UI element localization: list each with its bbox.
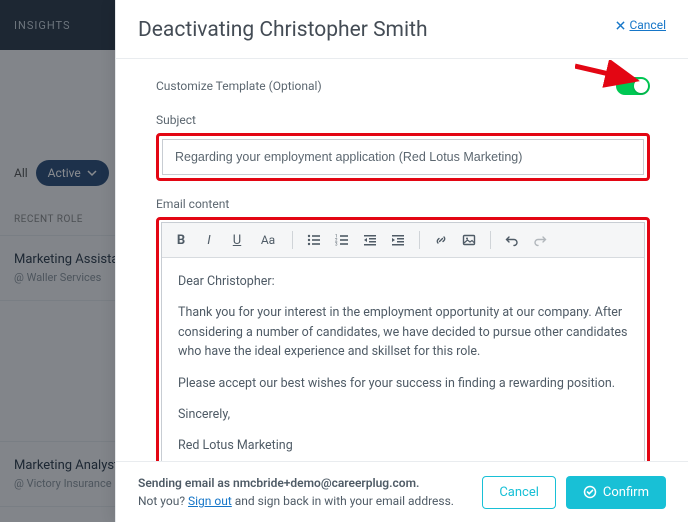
bullet-list-icon [307, 233, 321, 247]
image-icon [462, 233, 476, 247]
bullet-list-button[interactable] [303, 229, 325, 251]
cancel-link[interactable]: Cancel [616, 18, 666, 32]
deactivate-modal: Deactivating Christopher Smith Cancel Cu… [115, 0, 688, 522]
redo-icon [533, 233, 547, 247]
link-button[interactable] [430, 229, 452, 251]
toggle-knob [634, 79, 648, 93]
subject-label: Subject [156, 113, 650, 127]
undo-button[interactable] [501, 229, 523, 251]
image-button[interactable] [458, 229, 480, 251]
italic-button[interactable]: I [198, 229, 220, 251]
email-paragraph: Thank you for your interest in the emplo… [178, 303, 628, 361]
subject-input[interactable] [162, 139, 644, 175]
outdent-icon [363, 233, 377, 247]
outdent-button[interactable] [359, 229, 381, 251]
toolbar-separator [419, 231, 420, 249]
bold-button[interactable]: B [170, 229, 192, 251]
email-greeting: Dear Christopher: [178, 272, 628, 291]
customize-template-toggle[interactable] [616, 77, 650, 95]
confirm-button[interactable]: Confirm [566, 476, 666, 509]
undo-icon [505, 233, 519, 247]
email-body-textarea[interactable]: Dear Christopher: Thank you for your int… [162, 258, 644, 461]
underline-button[interactable]: U [226, 229, 248, 251]
toolbar-separator [292, 231, 293, 249]
filter-all: All [14, 166, 28, 180]
email-signature: Red Lotus Marketing [178, 436, 628, 455]
filter-active-pill: Active [36, 160, 109, 186]
editor-toolbar: B I U Aa 123 [162, 223, 644, 258]
indent-icon [391, 233, 405, 247]
indent-button[interactable] [387, 229, 409, 251]
rich-text-editor: B I U Aa 123 [161, 222, 645, 461]
redo-button[interactable] [529, 229, 551, 251]
modal-footer: Sending email as nmcbride+demo@careerplu… [116, 461, 688, 522]
number-list-icon: 123 [335, 233, 349, 247]
number-list-button[interactable]: 123 [331, 229, 353, 251]
nav-insights: INSIGHTS [14, 19, 71, 32]
email-content-label: Email content [156, 197, 650, 211]
modal-header: Deactivating Christopher Smith Cancel [116, 0, 688, 59]
customize-template-label: Customize Template (Optional) [156, 79, 322, 93]
subject-highlight [156, 133, 650, 181]
svg-text:3: 3 [335, 242, 338, 248]
email-content-highlight: B I U Aa 123 [156, 217, 650, 461]
modal-title: Deactivating Christopher Smith [138, 18, 428, 42]
font-size-button[interactable]: Aa [254, 229, 282, 251]
link-icon [434, 233, 448, 247]
toolbar-separator [490, 231, 491, 249]
sign-out-link[interactable]: Sign out [188, 494, 232, 508]
check-circle-icon [583, 485, 597, 499]
sending-as-info: Sending email as nmcbride+demo@careerplu… [138, 474, 454, 510]
email-signoff: Sincerely, [178, 405, 628, 424]
cancel-button[interactable]: Cancel [482, 476, 556, 509]
email-paragraph: Please accept our best wishes for your s… [178, 374, 628, 393]
chevron-down-icon [87, 168, 97, 178]
close-icon [616, 21, 625, 30]
